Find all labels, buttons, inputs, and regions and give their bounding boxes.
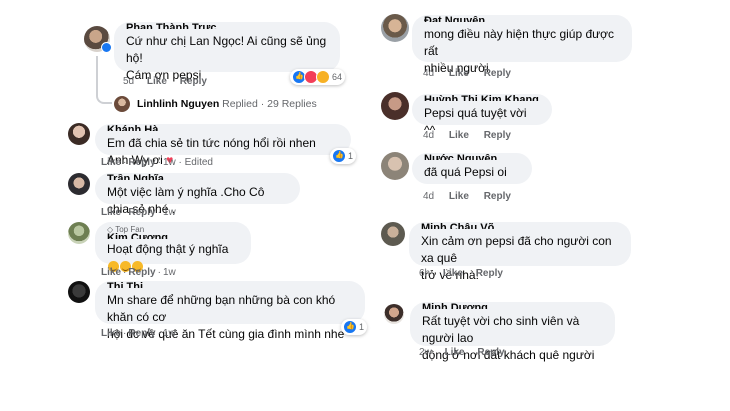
reply-button[interactable]: Reply [128, 157, 155, 168]
comment-time[interactable]: 4d [423, 191, 434, 202]
comment-bubble: Minh Châu Võ Xin cảm ơn pepsi đã cho ngư… [409, 222, 631, 282]
verified-badge-icon [101, 42, 112, 53]
replier-name: Linhlinh Nguyen [137, 98, 220, 110]
reaction-summary[interactable]: 1 [330, 148, 357, 164]
reaction-count: 1 [359, 322, 365, 332]
comment-author[interactable]: Minh Châu Võ [421, 223, 619, 229]
separator: · [157, 207, 161, 218]
separator: · [157, 157, 161, 168]
avatar[interactable] [114, 96, 130, 112]
avatar[interactable] [384, 304, 404, 324]
avatar[interactable] [381, 92, 409, 120]
haha-reaction-icon [316, 70, 330, 84]
like-button[interactable]: Like [449, 68, 469, 79]
comment-bubble: Minh Dương Rất tuyệt vời cho sinh viên v… [410, 302, 615, 362]
like-button[interactable]: Like [147, 76, 167, 87]
comment-author[interactable]: Minh Dương [422, 303, 603, 309]
separator: · [123, 267, 127, 278]
like-button[interactable]: Like [449, 130, 469, 141]
comment-bubble: Huỳnh Thị Kim Khang Pepsi quá tuyệt vời … [412, 94, 552, 137]
comment-time[interactable]: 5d [123, 76, 134, 87]
reply-connector [96, 56, 112, 104]
comment-bubble: Thi Thi Mn share để những bạn những bà c… [95, 281, 365, 341]
comment-actions: 5d Like Reply [123, 76, 207, 88]
comment-actions: 4d Like Reply [423, 130, 511, 142]
reaction-summary[interactable]: 64 [290, 69, 346, 85]
avatar[interactable] [381, 152, 409, 180]
like-button[interactable]: Like [101, 267, 121, 278]
like-button[interactable]: Like [449, 191, 469, 202]
comment-actions: Like · Reply · 1w [101, 207, 176, 219]
reply-button[interactable]: Reply [180, 76, 207, 87]
comment-actions: 6h Like Reply [419, 268, 503, 280]
like-button[interactable]: Like [101, 328, 121, 339]
reply-button[interactable]: Reply [476, 268, 503, 279]
comment-actions: Like · Reply · 1w [101, 328, 176, 340]
comment-actions: 2w Like Reply [419, 347, 505, 359]
reaction-summary[interactable]: 1 [341, 319, 368, 335]
comment-author[interactable]: Huỳnh Thị Kim Khang [424, 95, 540, 101]
like-button[interactable]: Like [101, 207, 121, 218]
comment-time[interactable]: 1w [163, 157, 176, 168]
avatar[interactable] [381, 14, 409, 42]
comment-actions: 4d Like Reply [423, 191, 511, 203]
comment-bubble: Trần Nghĩa Một việc làm ý nghĩa .Cho Cô … [95, 173, 300, 216]
avatar[interactable] [68, 281, 90, 303]
comment-bubble: Phan Thành Trực Cứ như chị Lan Ngọc! Ai … [114, 22, 340, 82]
comment-bubble: Khánh Hà Em đã chia sẻ tin tức nóng hổi … [95, 124, 351, 167]
separator: · [123, 328, 127, 339]
comment-time[interactable]: 4d [423, 68, 434, 79]
comment-time[interactable]: 2w [419, 347, 432, 358]
comment-time[interactable]: 1w [163, 328, 176, 339]
comment-actions: Like · Reply · 1w [101, 267, 176, 279]
reply-button[interactable]: Reply [484, 130, 511, 141]
comment-bubble: Nước Nguyễn Khang đã quá Pepsi oi [412, 153, 532, 184]
comment-author[interactable]: Thi Thi [107, 282, 353, 288]
reply-count: · 29 Replies [260, 98, 317, 110]
replies-summary[interactable]: Linhlinh Nguyen Replied · 29 Replies [137, 98, 317, 110]
like-reaction-icon [332, 149, 346, 163]
reaction-count: 1 [348, 151, 354, 161]
comment-time[interactable]: 6h [419, 268, 430, 279]
like-button[interactable]: Like [443, 268, 463, 279]
comment-text: Hoạt động thật ý nghĩa [107, 242, 229, 256]
comment-actions: Like · Reply · 1w · Edited [101, 157, 213, 169]
comment-actions: 4d Like Reply [423, 68, 511, 80]
avatar[interactable] [68, 222, 90, 244]
like-reaction-icon [343, 320, 357, 334]
comment-time[interactable]: 1w [163, 207, 176, 218]
comment-bubble: ◇ Top Fan Kim Cương Hoạt động thật ý ngh… [95, 222, 251, 272]
edited-label[interactable]: · Edited [179, 157, 213, 168]
separator: · [123, 207, 127, 218]
reply-button[interactable]: Reply [477, 347, 504, 358]
comment-author[interactable]: Khánh Hà [107, 125, 339, 131]
like-button[interactable]: Like [445, 347, 465, 358]
comment-author[interactable]: Phan Thành Trực [126, 23, 328, 29]
separator: · [157, 328, 161, 339]
like-button[interactable]: Like [101, 157, 121, 168]
reply-button[interactable]: Reply [484, 68, 511, 79]
comment-author[interactable]: Đạt Nguyễn [424, 16, 620, 22]
replied-label: Replied [222, 98, 258, 110]
comment-bubble: Đạt Nguyễn mong điều này hiện thực giúp … [412, 15, 632, 75]
reply-button[interactable]: Reply [128, 328, 155, 339]
comment-author[interactable]: Kim Cương [107, 233, 239, 239]
reply-button[interactable]: Reply [128, 267, 155, 278]
avatar[interactable] [68, 173, 90, 195]
comment-text: đã quá Pepsi oi [424, 165, 507, 179]
avatar[interactable] [68, 123, 90, 145]
reaction-count: 64 [332, 72, 343, 82]
comment-time[interactable]: 4d [423, 130, 434, 141]
avatar[interactable] [381, 222, 405, 246]
reply-button[interactable]: Reply [484, 191, 511, 202]
comment-author[interactable]: Nước Nguyễn Khang [424, 154, 520, 160]
separator: · [157, 267, 161, 278]
comment-author[interactable]: Trần Nghĩa [107, 174, 288, 180]
comment-time[interactable]: 1w [163, 267, 176, 278]
separator: · [123, 157, 127, 168]
reply-button[interactable]: Reply [128, 207, 155, 218]
